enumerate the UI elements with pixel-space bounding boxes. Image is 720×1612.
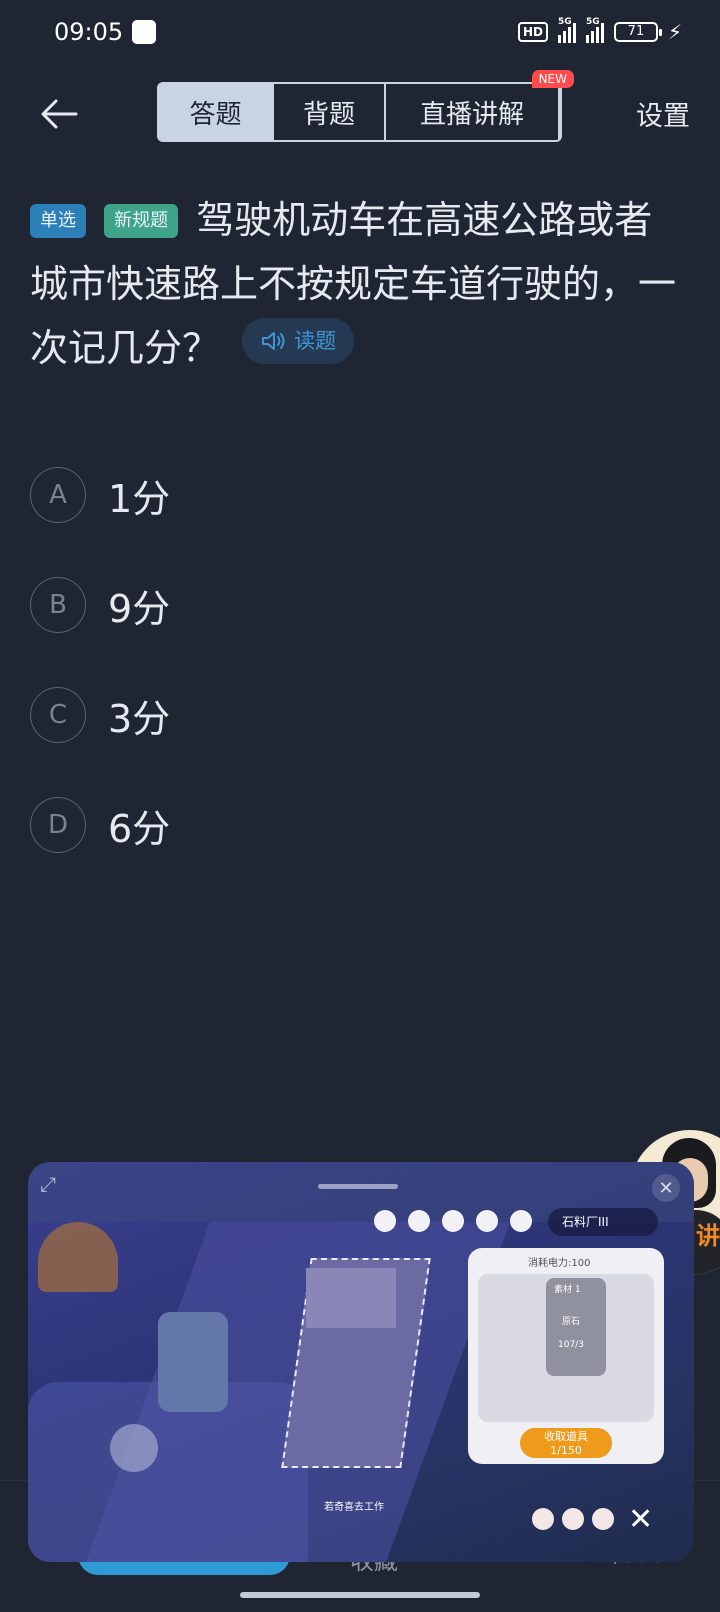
tab-answer[interactable]: 答题 xyxy=(159,84,274,140)
pip-close-icon[interactable]: ✕ xyxy=(652,1174,680,1202)
read-question-button[interactable]: 读题 xyxy=(242,318,355,364)
game-icon[interactable] xyxy=(374,1210,396,1232)
settings-button[interactable]: 设置 xyxy=(636,94,690,133)
hd-voice-icon: HD xyxy=(517,22,548,42)
close-x-icon[interactable]: ✕ xyxy=(628,1502,653,1537)
power-label: 消耗电力:100 xyxy=(528,1258,591,1269)
game-icon[interactable] xyxy=(510,1210,532,1232)
question-type-tag: 单选 xyxy=(30,204,86,238)
character-icons xyxy=(532,1508,614,1530)
option-c[interactable]: C 3分 xyxy=(30,660,670,770)
material-card: 素材 1 原石 107/3 xyxy=(546,1278,606,1376)
new-badge: NEW xyxy=(531,70,574,88)
tab-memorize[interactable]: 背题 xyxy=(274,84,386,140)
game-tower xyxy=(158,1312,228,1412)
app-notification-icon xyxy=(132,20,156,44)
option-text: 6分 xyxy=(108,806,171,851)
option-letter: A xyxy=(30,467,86,523)
top-nav: 答题 背题 直播讲解 NEW 设置 xyxy=(0,70,720,148)
signal-strength-icon-2: 5G xyxy=(585,17,604,43)
character-icon[interactable] xyxy=(562,1508,584,1530)
game-action-icons xyxy=(374,1210,532,1232)
status-bar: 09:05 HD 5G 5G 71 ⚡ xyxy=(0,0,720,66)
game-icon[interactable] xyxy=(442,1210,464,1232)
game-icon[interactable] xyxy=(476,1210,498,1232)
battery-icon: 71 xyxy=(613,22,662,42)
game-pip-window[interactable]: ⤢ ✕ 石料厂III 消耗电力:100 素材 1 原石 107/3 收取道具 1… xyxy=(28,1162,694,1562)
charging-icon: ⚡ xyxy=(667,20,682,44)
option-text: 1分 xyxy=(108,476,171,521)
read-question-label: 读题 xyxy=(294,329,337,353)
option-d[interactable]: D 6分 xyxy=(30,770,670,880)
character-icon[interactable] xyxy=(532,1508,554,1530)
status-time: 09:05 xyxy=(54,18,124,46)
expand-icon[interactable]: ⤢ xyxy=(40,1172,68,1200)
back-arrow-icon xyxy=(41,99,78,129)
character-icon[interactable] xyxy=(592,1508,614,1530)
new-rule-tag: 新规题 xyxy=(104,204,179,238)
option-letter: C xyxy=(30,687,86,743)
status-indicators: HD 5G 5G 71 ⚡ xyxy=(517,17,682,46)
back-button[interactable] xyxy=(36,90,84,138)
collect-button[interactable]: 收取道具 1/150 xyxy=(520,1428,612,1458)
option-text: 3分 xyxy=(108,696,171,741)
mode-tabs: 答题 背题 直播讲解 NEW xyxy=(157,70,574,142)
live-video-label: 讲 xyxy=(696,1222,720,1250)
option-text: 9分 xyxy=(108,586,171,631)
game-icon[interactable] xyxy=(408,1210,430,1232)
production-panel: 消耗电力:100 素材 1 原石 107/3 收取道具 1/150 xyxy=(468,1248,664,1464)
question-block: 单选 新规题 驾驶机动车在高速公路或者城市快速路上不按规定车道行驶的，一次记几分… xyxy=(30,188,690,380)
option-letter: B xyxy=(30,577,86,633)
speaker-icon xyxy=(262,332,285,350)
option-b[interactable]: B 9分 xyxy=(30,550,670,660)
work-label: 若奇喜去工作 xyxy=(324,1502,384,1513)
answer-options: A 1分 B 9分 C 3分 D 6分 xyxy=(30,440,670,880)
option-a[interactable]: A 1分 xyxy=(30,440,670,550)
home-indicator[interactable] xyxy=(240,1592,480,1598)
game-building xyxy=(38,1222,118,1292)
signal-strength-icon: 5G xyxy=(557,17,576,43)
joystick-control[interactable] xyxy=(110,1424,158,1472)
tab-live-explanation[interactable]: 直播讲解 xyxy=(386,84,560,140)
pip-drag-handle[interactable] xyxy=(318,1184,398,1189)
building-title: 石料厂III xyxy=(548,1208,658,1236)
option-letter: D xyxy=(30,797,86,853)
